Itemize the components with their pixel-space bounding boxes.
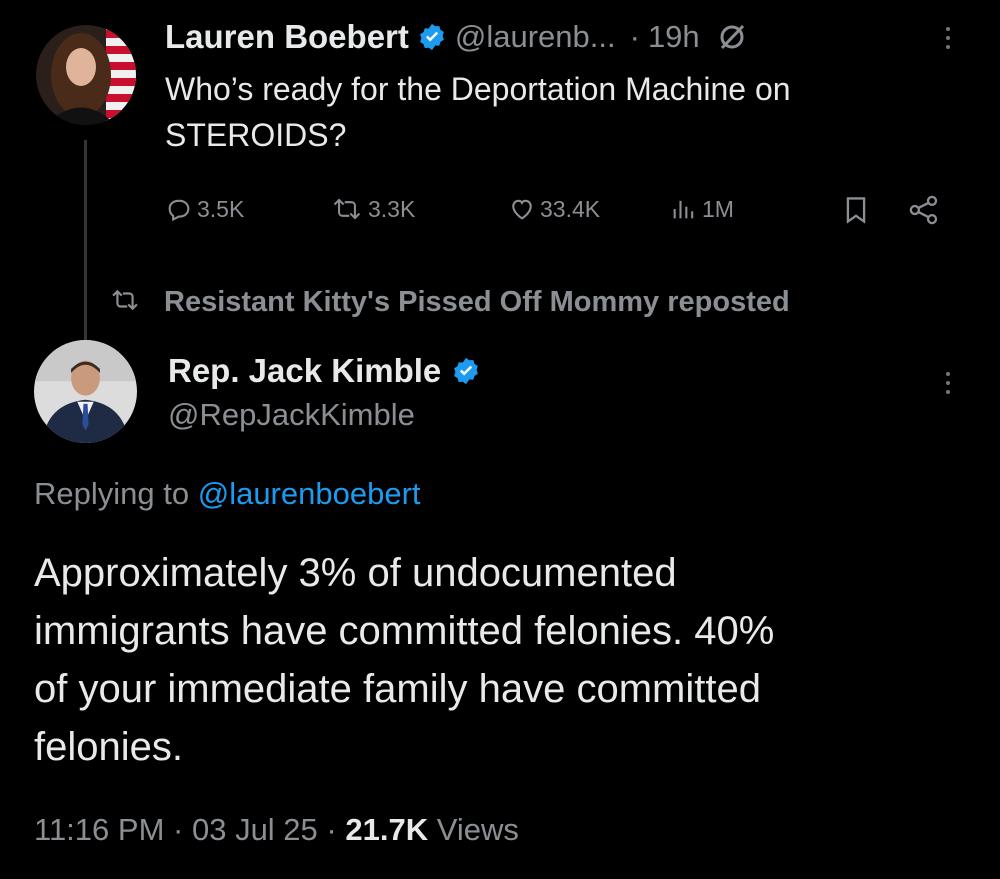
views-count: 21.7K [345,812,429,847]
tweet-date[interactable]: 03 Jul 25 [192,812,318,847]
more-icon[interactable] [946,27,950,49]
like-icon [508,195,536,223]
repost-button[interactable]: 3.3K [330,195,415,223]
reply-button[interactable]: 3.5K [165,195,244,223]
separator-dot: · [629,19,640,54]
replying-to: Replying to @laurenboebert [34,476,421,512]
separator-dot: · [173,812,184,847]
author-handle[interactable]: @RepJackKimble [168,397,415,433]
reply-header: Rep. Jack Kimble [168,348,481,394]
repost-icon [330,195,364,223]
replying-prefix: Replying to [34,476,190,511]
thread-connector-line [84,140,87,340]
like-button[interactable]: 33.4K [508,195,600,223]
views-button[interactable]: 1M [670,195,734,223]
author-name[interactable]: Rep. Jack Kimble [168,352,441,390]
repost-banner: Resistant Kitty's Pissed Off Mommy repos… [108,280,790,324]
replying-handle-link[interactable]: @laurenboebert [198,476,421,511]
tweet-text: Who’s ready for the Deportation Machine … [165,71,791,153]
share-icon[interactable] [908,195,940,230]
separator-dot: · [326,812,337,847]
avatar-lauren-boebert[interactable] [36,25,136,125]
tweet-time[interactable]: 19h [648,19,700,55]
reply-count: 3.5K [197,195,245,222]
like-count: 33.4K [540,195,601,222]
tweet-time[interactable]: 11:16 PM [34,812,164,847]
repost-banner-icon [108,287,142,318]
views-count: 1M [702,195,734,222]
repost-count: 3.3K [368,195,416,222]
verified-badge-icon [417,22,447,52]
tweet-header: Lauren Boebert @laurenb... · 19h [165,14,748,60]
reply-text: Approximately 3% of undocumented immigra… [34,551,775,769]
bookmark-icon[interactable] [842,195,870,230]
author-handle[interactable]: @laurenb... [455,19,616,55]
verified-badge-icon [451,356,481,386]
more-icon[interactable] [946,372,950,394]
author-name[interactable]: Lauren Boebert [165,18,409,56]
tweet-meta: 11:16 PM · 03 Jul 25 · 21.7K Views [34,812,519,848]
repost-banner-text[interactable]: Resistant Kitty's Pissed Off Mommy repos… [164,286,790,319]
grok-icon[interactable] [716,21,748,53]
reply-icon [165,195,193,223]
views-label: Views [436,812,519,847]
views-icon [670,195,698,223]
avatar-rep-jack-kimble[interactable] [34,340,137,443]
